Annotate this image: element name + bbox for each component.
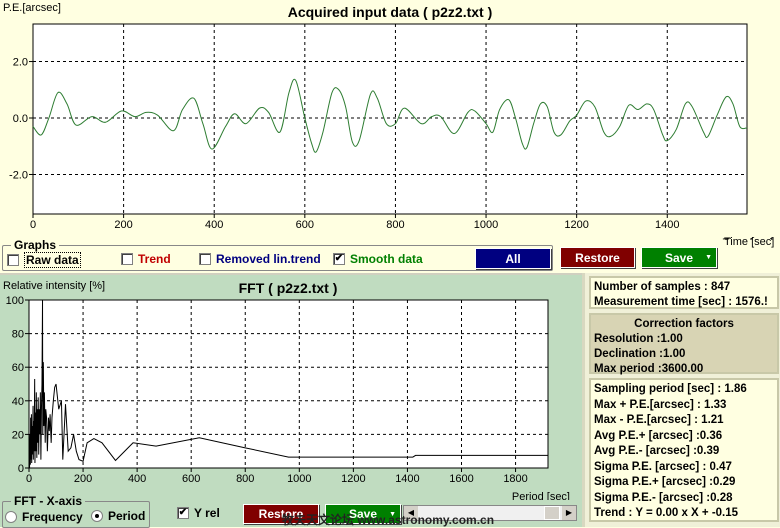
resolution: Resolution :1.00 [594, 332, 774, 347]
x-tick-label: 800 [386, 219, 404, 231]
plot-area [29, 300, 548, 468]
raw-data-checkbox[interactable]: Raw data [7, 252, 81, 268]
x-tick-label: 800 [236, 473, 254, 485]
save-label: Save [665, 251, 693, 265]
correction-factors-box: Correction factors Resolution :1.00 Decl… [589, 313, 779, 374]
scrollbar-thumb[interactable] [544, 506, 560, 520]
stat-sigma-plus: Sigma P.E.+ [arcsec] :0.29 [594, 475, 774, 491]
x-tick-label: 1000 [474, 219, 498, 231]
save-button[interactable]: Save ▼ [641, 247, 717, 268]
x-tick-label: 600 [182, 473, 200, 485]
statistics-box: Sampling period [sec] : 1.86 Max + P.E.[… [589, 378, 779, 522]
y-tick-label: 80 [12, 329, 24, 341]
x-tick-label: 600 [296, 219, 314, 231]
raw-data-label: Raw data [24, 252, 81, 268]
removed-trend-checkbox[interactable]: Removed lin.trend [199, 252, 321, 266]
max-period: Max period :3600.00 [594, 362, 774, 377]
restore-button[interactable]: Restore [560, 247, 635, 268]
y-tick-label: -2.0 [9, 169, 28, 181]
x-tick-label: 1000 [287, 473, 311, 485]
frequency-label: Frequency [22, 510, 83, 524]
x-tick-label: 400 [128, 473, 146, 485]
stat-trend: Trend : Y = 0.00 x X + -0.15 [594, 506, 774, 522]
fft-y-axis-label: Relative intensity [%] [3, 280, 105, 292]
watermark: 牧夫天文论坛 www.astronomy.com.cn [282, 511, 494, 528]
smooth-data-checkbox[interactable]: ✔Smooth data [333, 252, 423, 266]
y-axis-label: P.E.[arcsec] [3, 2, 61, 14]
stat-avg-minus: Avg P.E.- [arcsec] :0.39 [594, 444, 774, 460]
y-rel-checkbox[interactable]: ✔Y rel [177, 506, 220, 520]
x-tick-label: 400 [205, 219, 223, 231]
period-label: Period [108, 509, 145, 523]
stat-avg-plus: Avg P.E.+ [arcsec] :0.36 [594, 429, 774, 445]
fft-x-axis-group: FFT - X-axis Frequency Period [2, 501, 150, 528]
y-tick-label: 2.0 [13, 57, 28, 69]
x-axis-label-time: Time [sec] [724, 236, 774, 248]
stat-sigma-minus: Sigma P.E.- [arcsec] :0.28 [594, 491, 774, 507]
trend-checkbox[interactable]: Trend [121, 252, 171, 266]
trend-label: Trend [138, 252, 171, 266]
graphs-group-title: Graphs [11, 238, 59, 252]
y-rel-label: Y rel [194, 506, 220, 520]
smooth-data-label: Smooth data [350, 252, 423, 266]
x-tick-label: 0 [30, 219, 36, 231]
y-tick-label: 100 [6, 295, 24, 307]
samples-box: Number of samples : 847 Measurement time… [589, 276, 779, 309]
plot-area [33, 24, 747, 214]
x-tick-label: 0 [26, 473, 32, 485]
samples-count: Number of samples : 847 [594, 280, 774, 295]
fft-panel: Relative intensity [%] FFT ( p2z2.txt ) … [0, 273, 582, 527]
x-tick-label: 200 [114, 219, 132, 231]
chart-title: Acquired input data ( p2z2.txt ) [288, 4, 493, 20]
declination: Declination :1.00 [594, 347, 774, 362]
y-tick-label: 0.0 [13, 113, 28, 125]
x-tick-label: 1200 [564, 219, 588, 231]
x-tick-label: 200 [74, 473, 92, 485]
correction-title: Correction factors [594, 317, 774, 332]
y-tick-label: 40 [12, 396, 24, 408]
stat-sampling-period: Sampling period [sec] : 1.86 [594, 382, 774, 398]
dropdown-arrow-icon: ▼ [705, 254, 712, 261]
fft-x-axis-label: Period [sec] [512, 491, 570, 500]
scroll-right-arrow-icon[interactable]: ▶ [562, 506, 576, 520]
measurement-time: Measurement time [sec] : 1576.! [594, 295, 774, 310]
fft-x-axis-group-title: FFT - X-axis [11, 494, 85, 508]
all-button[interactable]: All [475, 248, 551, 269]
x-tick-label: 1400 [395, 473, 419, 485]
graphs-group: Graphs Raw data Trend Removed lin.trend … [2, 245, 553, 271]
period-radio[interactable]: Period [91, 509, 145, 523]
x-tick-label: 1200 [341, 473, 365, 485]
stat-sigma: Sigma P.E. [arcsec] : 0.47 [594, 460, 774, 476]
frequency-radio[interactable]: Frequency [5, 510, 83, 524]
y-tick-label: 60 [12, 362, 24, 374]
y-tick-label: 20 [12, 429, 24, 441]
stat-max-plus: Max + P.E.[arcsec] : 1.33 [594, 398, 774, 414]
y-tick-label: 0 [18, 463, 24, 475]
removed-trend-label: Removed lin.trend [216, 252, 321, 266]
x-tick-label: 1400 [655, 219, 679, 231]
fft-title: FFT ( p2z2.txt ) [239, 280, 338, 296]
x-tick-label: 1800 [503, 473, 527, 485]
stat-max-minus: Max - P.E.[arcsec] : 1.21 [594, 413, 774, 429]
acquired-data-chart: P.E.[arcsec] Acquired input data ( p2z2.… [0, 0, 780, 240]
info-panel: Number of samples : 847 Measurement time… [582, 273, 780, 527]
x-tick-label: 1600 [449, 473, 473, 485]
fft-chart: Relative intensity [%] FFT ( p2z2.txt ) … [0, 275, 582, 500]
acquired-data-panel: P.E.[arcsec] Acquired input data ( p2z2.… [0, 0, 780, 272]
